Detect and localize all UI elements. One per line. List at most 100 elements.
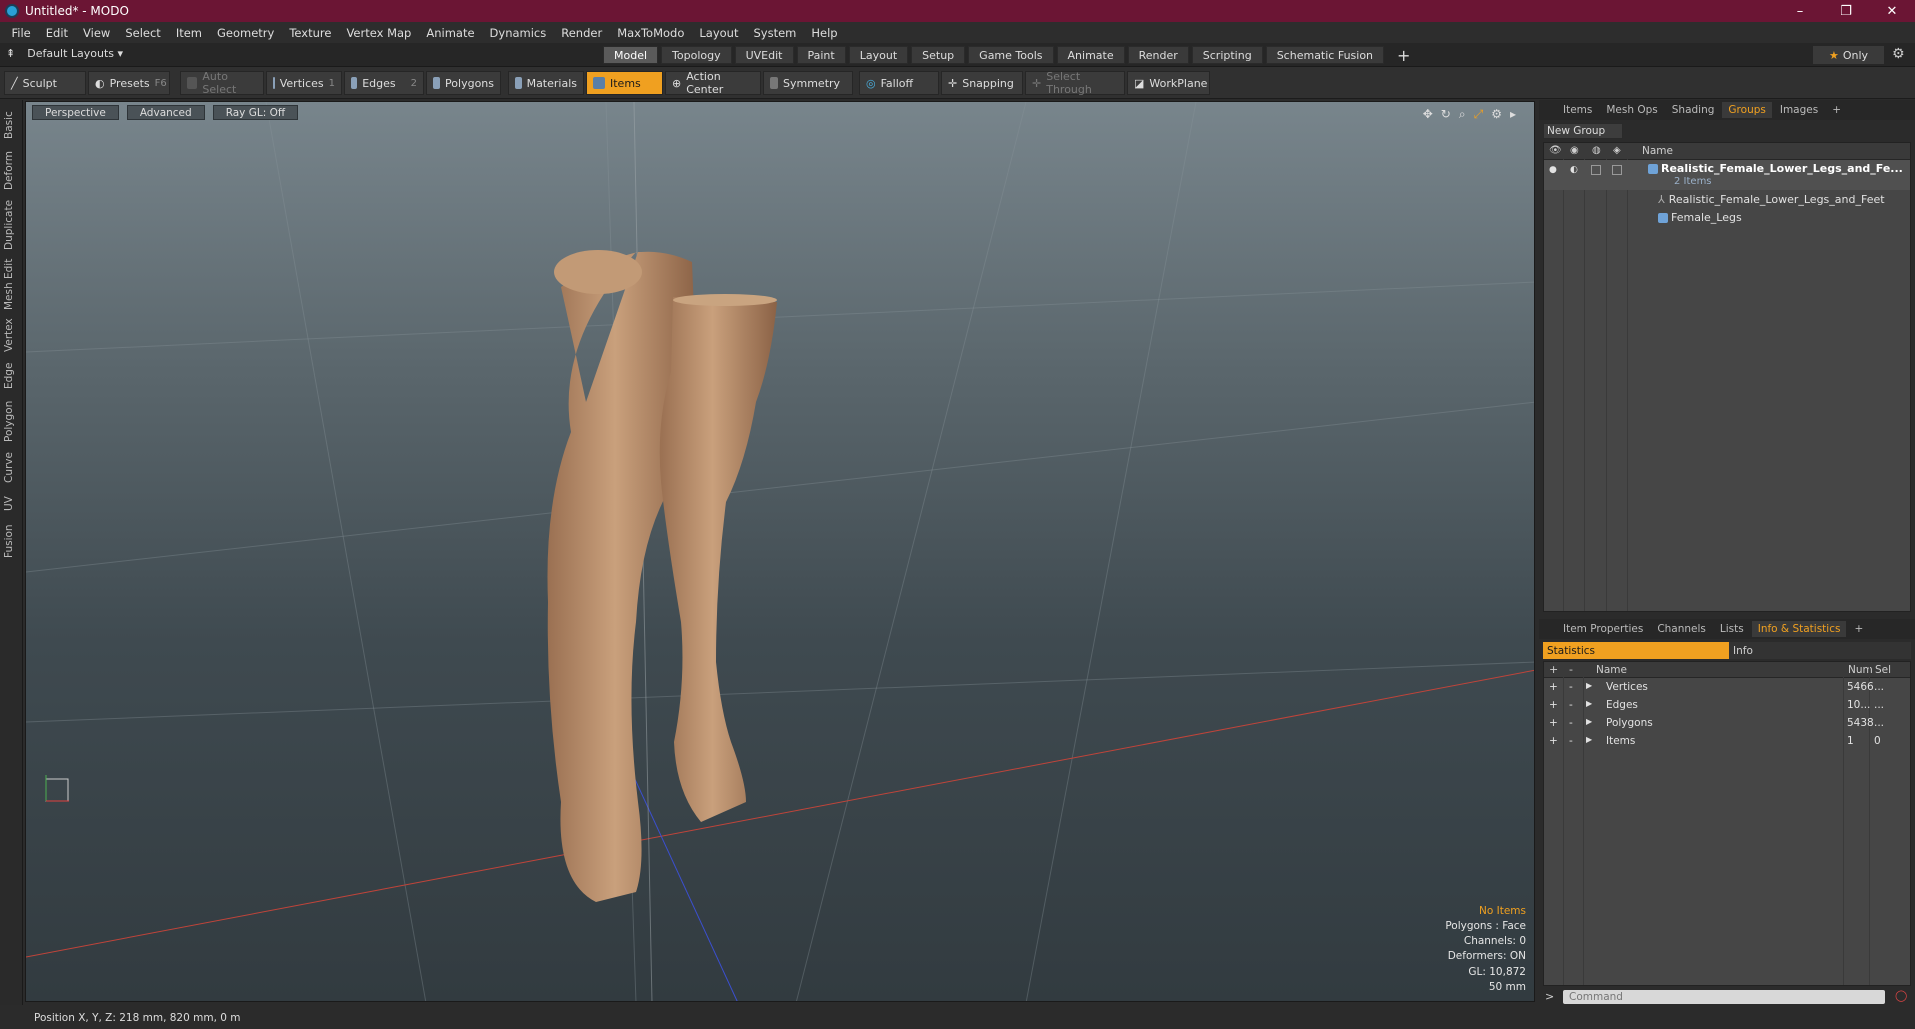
- select-through-button[interactable]: ✛ Select Through: [1025, 70, 1125, 96]
- 3d-viewport[interactable]: Perspective Advanced Ray GL: Off ✥ ↻ ⌕ ⤢…: [25, 101, 1535, 1002]
- expand-arrow-icon[interactable]: ▶: [1586, 735, 1592, 744]
- add-panel-tab-icon[interactable]: +: [1848, 621, 1869, 637]
- tab-info-statistics[interactable]: Info & Statistics: [1751, 621, 1847, 637]
- symmetry-button[interactable]: Symmetry: [763, 71, 853, 95]
- menu-animate[interactable]: Animate: [419, 26, 482, 40]
- menu-geometry[interactable]: Geometry: [210, 26, 282, 40]
- layout-dropdown[interactable]: Default Layouts ▾: [27, 47, 123, 60]
- add-panel-tab-icon[interactable]: +: [1826, 102, 1847, 118]
- snapping-button[interactable]: ✛ Snapping: [941, 71, 1023, 95]
- subtab-info[interactable]: Info: [1729, 642, 1753, 659]
- settings-gear-icon[interactable]: ⚙: [1892, 46, 1905, 62]
- menu-file[interactable]: File: [4, 26, 38, 40]
- group-row[interactable]: ● ◐ Realistic_Female_Lower_Legs_and_Fe..…: [1544, 160, 1910, 190]
- tab-deform[interactable]: Deform: [3, 148, 19, 192]
- tab-edge[interactable]: Edge: [3, 360, 19, 392]
- presets-button[interactable]: ◐ Presets F6: [88, 71, 170, 95]
- tab-lists[interactable]: Lists: [1714, 621, 1750, 637]
- polygons-button[interactable]: Polygons: [426, 71, 501, 95]
- expand-all-icon[interactable]: +: [1549, 663, 1558, 676]
- tab-render[interactable]: Render: [1127, 46, 1189, 64]
- minimize-button[interactable]: –: [1777, 0, 1823, 22]
- group-lock-checkbox[interactable]: [1591, 165, 1601, 175]
- maximize-button[interactable]: ❐: [1823, 0, 1869, 22]
- tab-channels[interactable]: Channels: [1651, 621, 1712, 637]
- expand-arrow-icon[interactable]: ▶: [1586, 681, 1592, 690]
- tab-animate[interactable]: Animate: [1056, 46, 1125, 64]
- advanced-button[interactable]: Advanced: [126, 105, 205, 120]
- tab-curve[interactable]: Curve: [3, 450, 19, 486]
- tab-images[interactable]: Images: [1774, 102, 1824, 118]
- expand-arrow-icon[interactable]: ▶: [1586, 699, 1592, 708]
- viewport-gear-icon[interactable]: ⚙: [1491, 107, 1502, 122]
- menu-item[interactable]: Item: [168, 26, 209, 40]
- raygl-button[interactable]: Ray GL: Off: [212, 105, 299, 120]
- group-render-icon[interactable]: ◐: [1570, 165, 1578, 175]
- group-child-row[interactable]: ⅄ Realistic_Female_Lower_Legs_and_Feet: [1544, 192, 1910, 209]
- items-button[interactable]: Items: [586, 71, 663, 95]
- menu-edit[interactable]: Edit: [38, 26, 75, 40]
- tab-uvedit[interactable]: UVEdit: [734, 46, 794, 64]
- tab-model[interactable]: Model: [603, 46, 659, 64]
- subtab-statistics[interactable]: Statistics: [1543, 642, 1729, 659]
- pan-icon[interactable]: ✥: [1423, 107, 1433, 122]
- menu-view[interactable]: View: [76, 26, 118, 40]
- viewport-menu-arrow-icon[interactable]: ▸: [1510, 107, 1516, 122]
- group-select-checkbox[interactable]: [1612, 165, 1622, 175]
- tab-basic[interactable]: Basic: [3, 108, 19, 142]
- auto-select-button[interactable]: Auto Select: [180, 70, 264, 96]
- fit-icon[interactable]: ⤢: [1474, 107, 1484, 122]
- tab-mesh-edit[interactable]: Mesh Edit: [3, 258, 19, 310]
- stats-row[interactable]: + - ▶ Edges 10... ...: [1544, 697, 1910, 715]
- tab-polygon[interactable]: Polygon: [3, 398, 19, 444]
- menu-select[interactable]: Select: [118, 26, 168, 40]
- stats-row[interactable]: + - ▶ Vertices 5466 ...: [1544, 679, 1910, 697]
- select-toggle-icon[interactable]: ◈: [1613, 145, 1621, 156]
- rotate-icon[interactable]: ↻: [1441, 107, 1451, 122]
- vertices-button[interactable]: Vertices 1: [266, 71, 342, 95]
- right-leg-mesh[interactable]: [659, 297, 777, 822]
- tab-vertex[interactable]: Vertex: [3, 316, 19, 354]
- group-child-row[interactable]: Female_Legs: [1544, 210, 1910, 227]
- stats-row[interactable]: + - ▶ Polygons 5438 ...: [1544, 715, 1910, 733]
- zoom-icon[interactable]: ⌕: [1459, 107, 1466, 122]
- close-button[interactable]: ✕: [1869, 0, 1915, 22]
- tab-paint[interactable]: Paint: [796, 46, 846, 64]
- materials-button[interactable]: Materials: [508, 71, 584, 95]
- falloff-button[interactable]: ◎ Falloff: [859, 71, 939, 95]
- sculpt-button[interactable]: ╱ Sculpt: [4, 71, 86, 95]
- record-icon[interactable]: ◯: [1895, 989, 1907, 1002]
- tab-setup[interactable]: Setup: [911, 46, 966, 64]
- only-button[interactable]: ★ Only: [1813, 46, 1884, 64]
- collapse-all-icon[interactable]: -: [1569, 663, 1573, 676]
- tab-uv[interactable]: UV: [3, 492, 19, 516]
- tab-schematic-fusion[interactable]: Schematic Fusion: [1265, 46, 1385, 64]
- action-center-button[interactable]: ⊕ Action Center: [665, 70, 761, 96]
- tab-shading[interactable]: Shading: [1666, 102, 1721, 118]
- edges-button[interactable]: Edges 2: [344, 71, 424, 95]
- menu-help[interactable]: Help: [804, 26, 845, 40]
- tab-item-properties[interactable]: Item Properties: [1557, 621, 1649, 637]
- workplane-button[interactable]: ◪ WorkPlane: [1127, 71, 1210, 95]
- group-eye-icon[interactable]: ●: [1549, 165, 1557, 175]
- stats-row[interactable]: + - ▶ Items 1 0: [1544, 733, 1910, 751]
- menu-layout[interactable]: Layout: [692, 26, 746, 40]
- tab-fusion[interactable]: Fusion: [3, 522, 19, 560]
- render-toggle-icon[interactable]: ◉: [1570, 145, 1579, 156]
- tab-items[interactable]: Items: [1557, 102, 1598, 118]
- lock-icon[interactable]: ◍: [1592, 145, 1601, 156]
- menu-render[interactable]: Render: [554, 26, 610, 40]
- tab-mesh-ops[interactable]: Mesh Ops: [1600, 102, 1663, 118]
- menu-maxtomodo[interactable]: MaxToModo: [610, 26, 692, 40]
- add-tab-icon[interactable]: +: [1387, 46, 1420, 65]
- view-type-button[interactable]: Perspective: [32, 105, 119, 120]
- eye-visibility-icon[interactable]: 👁: [1549, 145, 1562, 156]
- menu-texture[interactable]: Texture: [282, 26, 339, 40]
- tab-scripting[interactable]: Scripting: [1191, 46, 1263, 64]
- tab-duplicate[interactable]: Duplicate: [3, 198, 19, 252]
- tab-game-tools[interactable]: Game Tools: [968, 46, 1054, 64]
- menu-system[interactable]: System: [746, 26, 804, 40]
- menu-vertex-map[interactable]: Vertex Map: [339, 26, 419, 40]
- tab-layout[interactable]: Layout: [848, 46, 909, 64]
- tab-groups[interactable]: Groups: [1722, 102, 1772, 118]
